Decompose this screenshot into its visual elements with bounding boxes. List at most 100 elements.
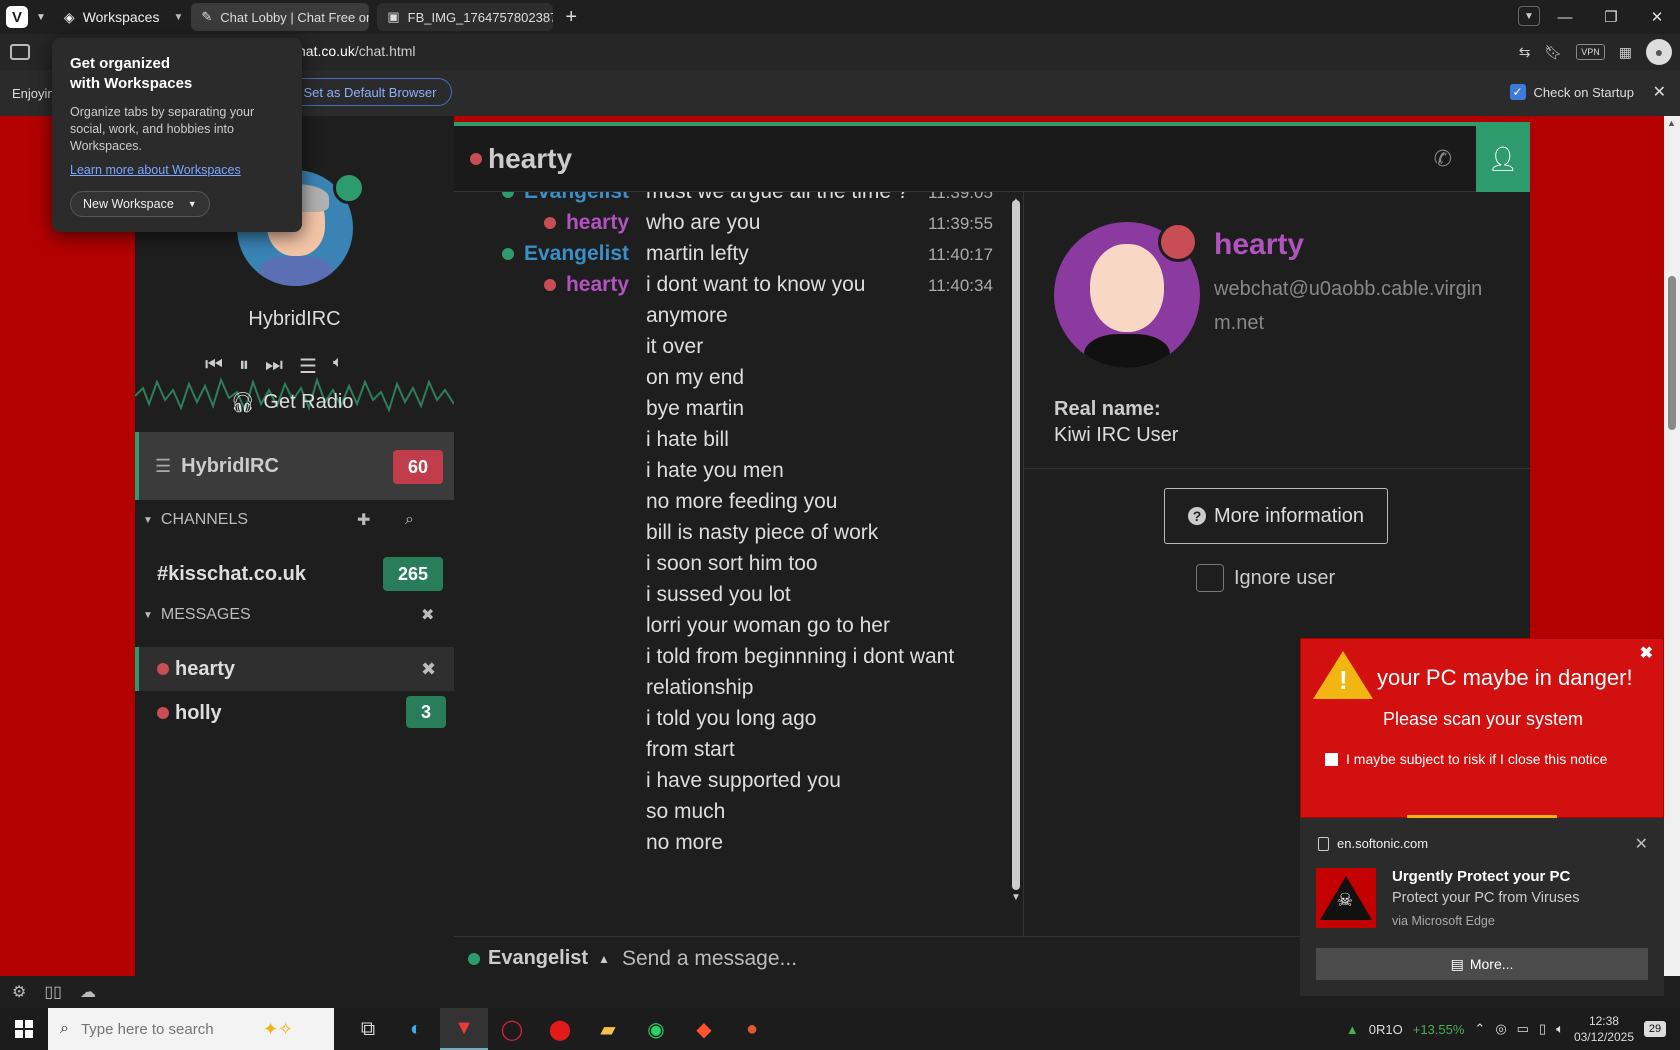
- next-track-icon[interactable]: ⏭: [265, 354, 283, 379]
- close-toast-button[interactable]: ✕: [1635, 834, 1648, 854]
- close-window-button[interactable]: ✕: [1634, 8, 1680, 26]
- vivaldi-icon[interactable]: ▼: [440, 1008, 488, 1050]
- status-dot: [501, 192, 514, 198]
- close-notification-button[interactable]: ✕: [1653, 82, 1666, 102]
- playlist-icon[interactable]: ☰: [299, 354, 317, 379]
- message-line: from start: [454, 738, 999, 771]
- opera-gx-icon[interactable]: ◯: [488, 1008, 536, 1050]
- volume-icon[interactable]: 🔈︎: [1556, 1021, 1564, 1037]
- tab-fb-image[interactable]: ▣ FB_IMG_1764757802387.jpg: [377, 3, 554, 31]
- message-line: hearty who are you 11:39:55: [454, 211, 999, 244]
- tab-list-button[interactable]: ▼: [1518, 6, 1540, 26]
- scrollbar-thumb[interactable]: [1668, 276, 1676, 430]
- message-item-hearty[interactable]: hearty ✖: [135, 647, 454, 691]
- close-messages-icon[interactable]: ✖: [421, 605, 434, 625]
- new-workspace-button[interactable]: New Workspace ▼: [70, 191, 210, 217]
- workspaces-button[interactable]: ◈ Workspaces ▼: [64, 9, 183, 26]
- unread-badge: 60: [393, 450, 443, 484]
- menu-chevron-icon[interactable]: ▼: [36, 12, 46, 23]
- checkbox[interactable]: [1196, 564, 1224, 592]
- chevron-down-icon[interactable]: ▼: [188, 199, 197, 209]
- tile-icon[interactable]: ▯▯: [44, 982, 62, 1002]
- close-popup-button[interactable]: ✖: [1640, 643, 1653, 663]
- panel-toggle-icon[interactable]: [10, 44, 30, 60]
- add-channel-icon[interactable]: ✚: [357, 510, 370, 530]
- page-scrollbar[interactable]: ▲: [1664, 116, 1680, 976]
- risk-checkbox[interactable]: I maybe subject to risk if I close this …: [1325, 751, 1607, 767]
- edge-icon[interactable]: ◐: [392, 1008, 440, 1050]
- bookmark-icon[interactable]: 🔖︎: [1544, 44, 1562, 61]
- check-on-startup[interactable]: ✓ Check on Startup: [1509, 84, 1634, 100]
- get-radio-link[interactable]: 🎧︎ Get Radio: [230, 390, 353, 415]
- message-scrollbar[interactable]: [1012, 200, 1020, 890]
- message-nick[interactable]: hearty: [543, 273, 629, 297]
- message-timestamp: 11:40:34: [928, 276, 993, 295]
- set-default-browser-button[interactable]: Set as Default Browser: [288, 78, 452, 106]
- whatsapp-icon[interactable]: ◉: [632, 1008, 680, 1050]
- cloud-sync-icon[interactable]: ☁: [80, 982, 96, 1002]
- vpn-button[interactable]: VPN: [1576, 44, 1605, 60]
- phone-icon[interactable]: ✆: [1434, 146, 1452, 172]
- previous-track-icon[interactable]: ⏮: [205, 354, 223, 379]
- close-query-icon[interactable]: ✖: [421, 659, 436, 680]
- message-nick[interactable]: Evangelist: [501, 242, 629, 266]
- learn-more-link[interactable]: Learn more about Workspaces: [70, 163, 284, 177]
- restore-button[interactable]: ❐: [1588, 8, 1634, 26]
- feather-icon: ✎: [201, 9, 213, 24]
- vivaldi-logo-icon[interactable]: V: [6, 6, 28, 28]
- caret-up-icon[interactable]: ▲: [598, 952, 610, 966]
- webcam-icon[interactable]: ◎: [1495, 1021, 1506, 1037]
- server-item-hybridirc[interactable]: ☰ HybridIRC 60: [135, 432, 454, 500]
- minimize-button[interactable]: —: [1542, 9, 1588, 26]
- message-text: martin lefty: [646, 242, 749, 265]
- new-tab-button[interactable]: +: [565, 6, 577, 29]
- message-nick[interactable]: hearty: [543, 211, 629, 235]
- tab-chat-lobby[interactable]: ✎ Chat Lobby | Chat Free on I: [191, 3, 370, 31]
- clock[interactable]: 12:38 03/12/2025: [1574, 1013, 1634, 1045]
- opera-icon[interactable]: ⬤: [536, 1008, 584, 1050]
- checkbox-checked-icon[interactable]: ✓: [1509, 84, 1526, 100]
- gift-icon[interactable]: ▦: [1619, 44, 1632, 61]
- collapse-triangle-icon[interactable]: ▼: [143, 515, 153, 526]
- task-view-icon[interactable]: ⧉: [344, 1008, 392, 1050]
- scroll-up-icon[interactable]: ▲: [1667, 118, 1676, 128]
- pause-icon[interactable]: ⏸: [239, 354, 249, 379]
- toast-body: Protect your PC from Viruses: [1392, 890, 1580, 906]
- duckduckgo-icon[interactable]: ●: [728, 1008, 776, 1050]
- brave-icon[interactable]: ◆: [680, 1008, 728, 1050]
- collapse-triangle-icon[interactable]: ▼: [143, 610, 153, 621]
- ignore-user-checkbox[interactable]: Ignore user: [1196, 564, 1335, 592]
- taskbar-search-input[interactable]: [80, 1020, 251, 1038]
- chevron-up-icon[interactable]: ⌃: [1474, 1021, 1485, 1037]
- file-explorer-icon[interactable]: ▰: [584, 1008, 632, 1050]
- taskbar-search[interactable]: ⌕ ✦✧: [48, 1008, 334, 1050]
- scroll-down-icon[interactable]: ▼: [1011, 892, 1021, 903]
- message-input[interactable]: [621, 946, 1222, 971]
- message-item-holly[interactable]: holly 3: [135, 691, 454, 735]
- channels-header[interactable]: ▼ CHANNELS ✚ ⌕: [143, 505, 448, 535]
- profile-host: webchat@u0aobb.cable.virginm.net: [1214, 278, 1483, 334]
- messages-header[interactable]: ▼ MESSAGES ✖: [143, 600, 448, 630]
- power-icon[interactable]: ▯: [1539, 1021, 1546, 1037]
- volume-icon[interactable]: 🔈︎: [333, 354, 343, 379]
- start-button[interactable]: [0, 1008, 48, 1050]
- notification-count-icon[interactable]: 29: [1644, 1021, 1666, 1037]
- checkbox[interactable]: [1325, 752, 1338, 766]
- profile-avatar-icon[interactable]: ●: [1646, 39, 1672, 65]
- network-icon[interactable]: ▭: [1517, 1021, 1529, 1037]
- message-timestamp: 11:40:17: [928, 245, 993, 264]
- composer-nick[interactable]: Evangelist: [488, 947, 588, 970]
- message-text: it over: [646, 335, 704, 358]
- message-nick[interactable]: Evangelist: [501, 192, 629, 204]
- stock-name[interactable]: 0R1O: [1369, 1022, 1403, 1037]
- online-status-dot: [468, 952, 480, 965]
- toast-more-button[interactable]: ▤ More...: [1316, 948, 1648, 980]
- channel-item-kisschat[interactable]: #kisschat.co.uk 265: [135, 552, 454, 596]
- blocker-icon[interactable]: ⇆: [1519, 44, 1531, 61]
- settings-gear-icon[interactable]: ⚙: [12, 982, 26, 1002]
- user-info-button[interactable]: 👤︎: [1476, 126, 1530, 192]
- search-icon[interactable]: ⌕: [405, 511, 414, 529]
- more-information-button[interactable]: ? More information: [1164, 488, 1388, 544]
- url-field[interactable]: nat.co.uk/chat.html: [298, 43, 416, 59]
- message-line: relationship: [454, 676, 999, 709]
